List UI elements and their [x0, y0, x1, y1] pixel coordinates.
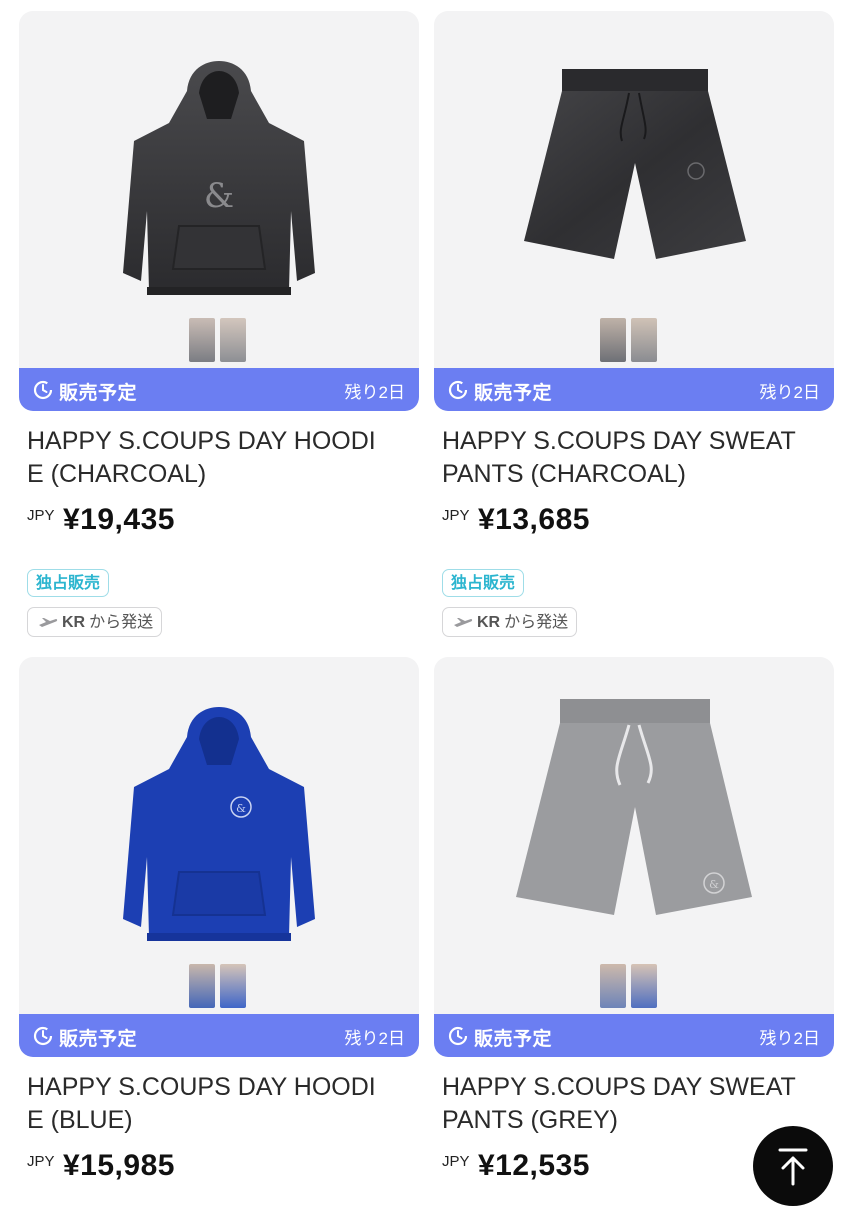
member-thumbnails [189, 318, 246, 362]
member-thumbnail [631, 964, 657, 1008]
product-title-line: HAPPY S.COUPS DAY SWEAT [442, 427, 796, 455]
member-thumbnails [189, 964, 246, 1008]
ship-suffix: から発送 [89, 613, 154, 631]
plane-icon [39, 618, 58, 627]
member-thumbnail [600, 318, 626, 362]
svg-text:&: & [204, 176, 234, 216]
clock-icon [33, 1026, 53, 1046]
product-title-line: E (CHARCOAL) [27, 460, 207, 488]
ship-country: KR [477, 613, 501, 631]
product-image[interactable]: & [19, 11, 419, 411]
currency-code: JPY [442, 507, 470, 524]
exclusive-sale-tag: 独占販売 [442, 569, 525, 597]
sale-status-label: 販売予定 [474, 383, 553, 404]
product-title[interactable]: HAPPY S.COUPS DAY SWEAT PANTS (GREY) [442, 1071, 822, 1137]
member-thumbnail [189, 318, 215, 362]
plane-icon [454, 618, 473, 627]
shipping-origin-tag: KR から発送 [27, 607, 163, 637]
remaining-days: 残り2日 [759, 1029, 820, 1048]
shipping-origin-tag: KR から発送 [442, 607, 578, 637]
product-title-line: HAPPY S.COUPS DAY HOODI [27, 1073, 376, 1101]
product-title-line: PANTS (GREY) [442, 1106, 618, 1134]
scroll-to-top-button[interactable] [753, 1126, 833, 1206]
member-thumbnail [631, 318, 657, 362]
clock-icon [448, 1026, 468, 1046]
product-title-line: PANTS (CHARCOAL) [442, 460, 687, 488]
member-thumbnail [600, 964, 626, 1008]
member-thumbnails [600, 318, 657, 362]
svg-text:&: & [709, 878, 719, 891]
clock-icon [448, 380, 468, 400]
sale-status-banner: 販売予定 残り2日 [19, 368, 419, 411]
arrow-up-icon [778, 1148, 808, 1186]
sale-status-label: 販売予定 [474, 1029, 553, 1050]
member-thumbnail [220, 318, 246, 362]
product-title-line: E (BLUE) [27, 1106, 133, 1134]
product-title[interactable]: HAPPY S.COUPS DAY SWEAT PANTS (CHARCOAL) [442, 425, 822, 491]
shorts-image: & [516, 699, 752, 915]
remaining-days: 残り2日 [759, 383, 820, 402]
currency-code: JPY [27, 507, 55, 524]
hoodie-image: & [123, 707, 315, 941]
product-title-line: HAPPY S.COUPS DAY SWEAT [442, 1073, 796, 1101]
product-image[interactable]: & [19, 657, 419, 1057]
sale-status-banner: 販売予定 残り2日 [434, 368, 834, 411]
member-thumbnails [600, 964, 657, 1008]
product-image[interactable]: & [434, 657, 834, 1057]
shorts-image [524, 69, 746, 259]
sale-status-banner: 販売予定 残り2日 [19, 1014, 419, 1057]
price-amount: ¥15,985 [63, 1149, 175, 1182]
member-thumbnail [189, 964, 215, 1008]
product-title[interactable]: HAPPY S.COUPS DAY HOODI E (CHARCOAL) [27, 425, 407, 491]
ship-suffix: から発送 [504, 613, 569, 631]
remaining-days: 残り2日 [344, 383, 405, 402]
price-amount: ¥19,435 [63, 503, 175, 536]
product-title-line: HAPPY S.COUPS DAY HOODI [27, 427, 376, 455]
price-amount: ¥12,535 [478, 1149, 590, 1182]
clock-icon [33, 380, 53, 400]
product-image[interactable] [434, 11, 834, 411]
hoodie-image: & [123, 61, 315, 295]
svg-text:&: & [236, 802, 246, 815]
sale-status-label: 販売予定 [59, 383, 138, 404]
product-title[interactable]: HAPPY S.COUPS DAY HOODI E (BLUE) [27, 1071, 407, 1137]
exclusive-sale-tag: 独占販売 [27, 569, 110, 597]
member-thumbnail [220, 964, 246, 1008]
remaining-days: 残り2日 [344, 1029, 405, 1048]
currency-code: JPY [27, 1153, 55, 1170]
ship-country: KR [62, 613, 86, 631]
price-amount: ¥13,685 [478, 503, 590, 536]
sale-status-banner: 販売予定 残り2日 [434, 1014, 834, 1057]
currency-code: JPY [442, 1153, 470, 1170]
sale-status-label: 販売予定 [59, 1029, 138, 1050]
